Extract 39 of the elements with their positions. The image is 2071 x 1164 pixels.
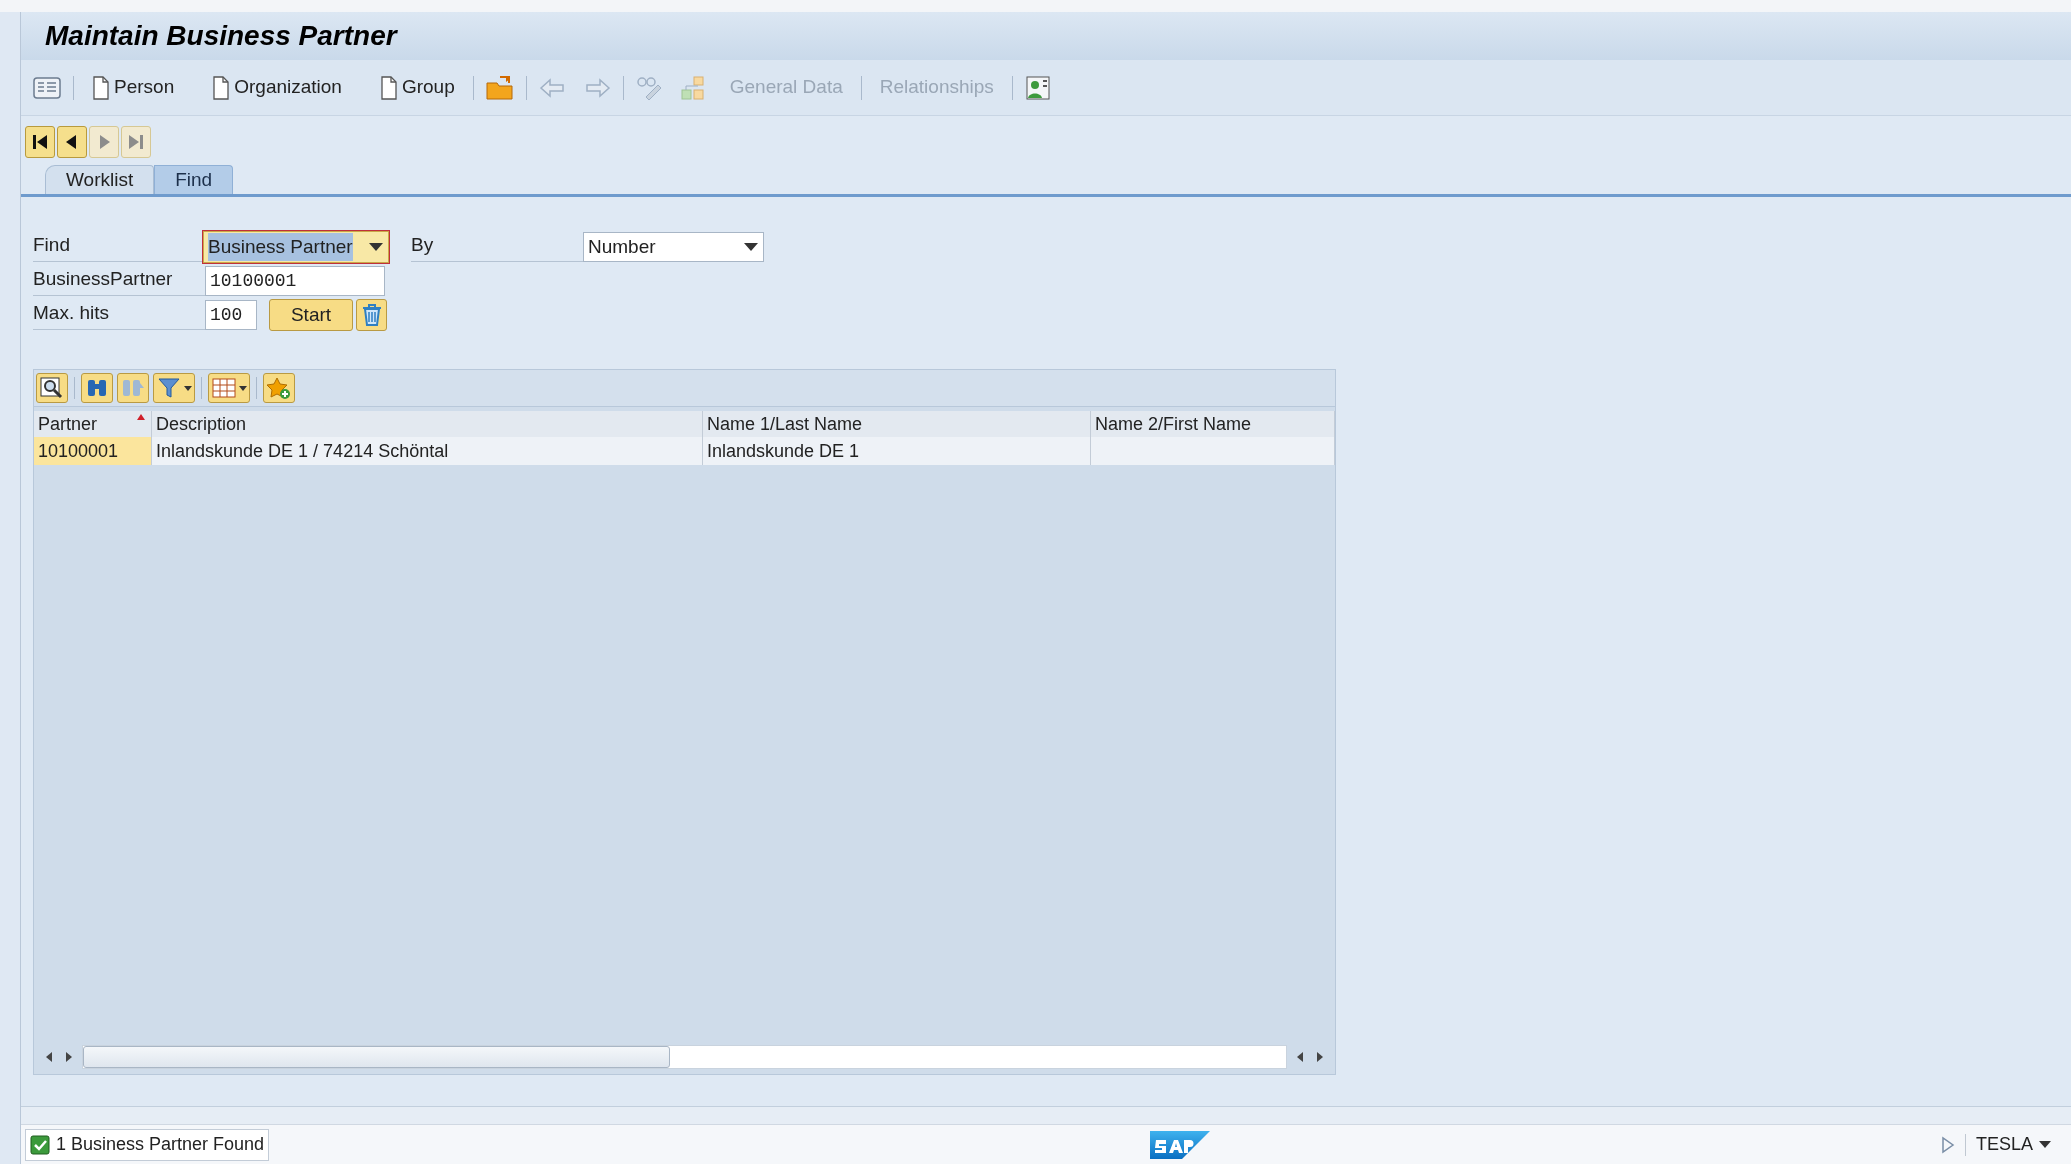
star-add-icon[interactable] [263, 373, 295, 403]
document-icon [379, 75, 398, 100]
table-cell: Inlandskunde DE 1 / 74214 Schöntal [152, 437, 703, 465]
window-title: Maintain Business Partner [45, 19, 397, 53]
last-page-icon[interactable] [121, 126, 151, 158]
logo-icon [1150, 1131, 1210, 1159]
folder-icon[interactable] [485, 74, 514, 101]
trash-icon[interactable] [356, 299, 387, 331]
toolbar-button[interactable]: Person [86, 70, 181, 105]
find-dropdown[interactable]: Business Partner [203, 231, 389, 263]
start-button[interactable]: Start [269, 299, 353, 331]
toolbar-button[interactable]: Group [373, 70, 461, 105]
table-layout-icon[interactable] [208, 373, 250, 403]
business-partner-input[interactable]: 10100001 [205, 266, 385, 296]
status-message[interactable]: 1 Business Partner Found [25, 1128, 270, 1161]
table-cell: 10100001 [34, 437, 152, 465]
max-hits-input[interactable]: 100 [205, 300, 257, 330]
tab[interactable]: Find [154, 165, 234, 194]
document-icon [212, 75, 231, 100]
play-icon[interactable] [1940, 1135, 1955, 1154]
dropdown-arrow-icon [743, 242, 759, 252]
scrollbar-thumb[interactable] [83, 1046, 670, 1068]
by-dropdown[interactable]: Number [583, 232, 764, 262]
first-page-icon[interactable] [25, 126, 55, 158]
table-cell: Inlandskunde DE 1 [703, 437, 1091, 465]
person-card-icon[interactable] [1024, 73, 1051, 102]
tab[interactable]: Worklist [45, 165, 155, 194]
find-next-icon[interactable] [117, 373, 149, 403]
layout-icon[interactable] [33, 75, 61, 100]
glasses-pencil-icon[interactable] [635, 74, 662, 101]
toolbar-button[interactable]: Organization [206, 70, 348, 105]
binoculars-icon[interactable] [81, 373, 113, 403]
caret-icon [2039, 1140, 2051, 1149]
previous-page-icon[interactable] [57, 126, 87, 158]
system-dropdown[interactable]: TESLA [1975, 1131, 2051, 1158]
document-icon [92, 75, 110, 100]
details-icon[interactable] [36, 373, 68, 403]
dropdown-arrow-icon [368, 242, 384, 252]
filter-icon[interactable] [153, 373, 195, 403]
